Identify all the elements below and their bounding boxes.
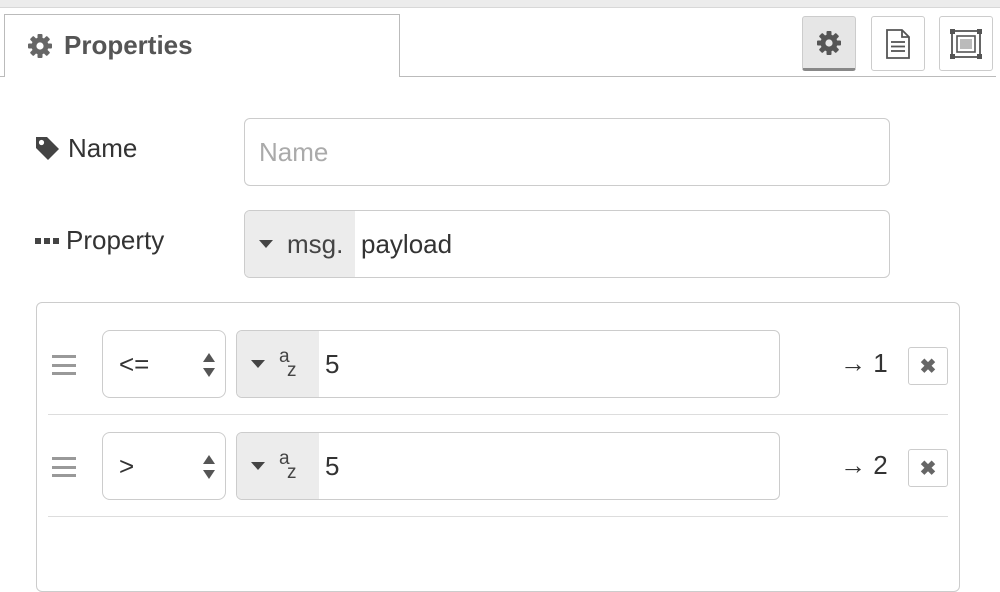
close-icon: ✖ xyxy=(919,355,937,378)
name-row-label: Name xyxy=(35,133,137,164)
gear-icon xyxy=(27,33,53,59)
rule-operator-select[interactable]: <= xyxy=(102,330,226,398)
rule-value-typed-input: a z 5 xyxy=(236,330,780,398)
remove-rule-button[interactable]: ✖ xyxy=(908,449,948,487)
rule-divider xyxy=(48,516,948,517)
document-icon xyxy=(885,28,911,59)
name-input[interactable] xyxy=(244,118,890,186)
rule-value-input[interactable]: 5 xyxy=(319,349,339,380)
select-arrows-icon xyxy=(202,452,216,482)
tab-properties-label: Properties xyxy=(64,30,193,60)
appearance-button[interactable] xyxy=(939,16,993,71)
string-az-icon: a z xyxy=(279,346,297,381)
settings-button[interactable] xyxy=(802,16,856,71)
rule-value-input[interactable]: 5 xyxy=(319,451,339,482)
tag-icon xyxy=(35,136,60,161)
property-value-input[interactable]: payload xyxy=(355,229,452,260)
rule-output-label: → 1 xyxy=(840,348,888,378)
rule-operator-value: > xyxy=(119,450,135,481)
property-type-button[interactable]: msg. xyxy=(245,211,355,277)
rule-value-typed-input: a z 5 xyxy=(236,432,780,500)
remove-rule-button[interactable]: ✖ xyxy=(908,347,948,385)
caret-down-icon xyxy=(259,240,273,248)
rule-output-label: → 2 xyxy=(840,450,888,480)
gear-icon xyxy=(816,30,842,56)
description-button[interactable] xyxy=(871,16,925,71)
rule-value-type-button[interactable]: a z xyxy=(237,433,319,499)
string-az-icon: a z xyxy=(279,448,297,483)
drag-handle-icon[interactable] xyxy=(52,457,76,477)
frame-icon xyxy=(950,28,982,59)
drag-handle-icon[interactable] xyxy=(52,355,76,375)
close-icon: ✖ xyxy=(919,457,937,480)
caret-down-icon xyxy=(251,360,265,368)
caret-down-icon xyxy=(251,462,265,470)
rule-operator-select[interactable]: > xyxy=(102,432,226,500)
rule-operator-value: <= xyxy=(119,348,150,379)
select-arrows-icon xyxy=(202,350,216,380)
name-label: Name xyxy=(68,133,138,163)
panel-top-border xyxy=(0,0,1000,8)
property-row-label: Property xyxy=(35,225,164,256)
property-type-label: msg. xyxy=(287,228,344,259)
property-typed-input: msg. payload xyxy=(244,210,890,278)
rule-value-type-button[interactable]: a z xyxy=(237,331,319,397)
tab-properties[interactable]: Properties xyxy=(4,14,400,76)
rule-divider xyxy=(48,414,948,415)
ellipsis-icon xyxy=(35,237,59,245)
property-label: Property xyxy=(66,225,165,255)
